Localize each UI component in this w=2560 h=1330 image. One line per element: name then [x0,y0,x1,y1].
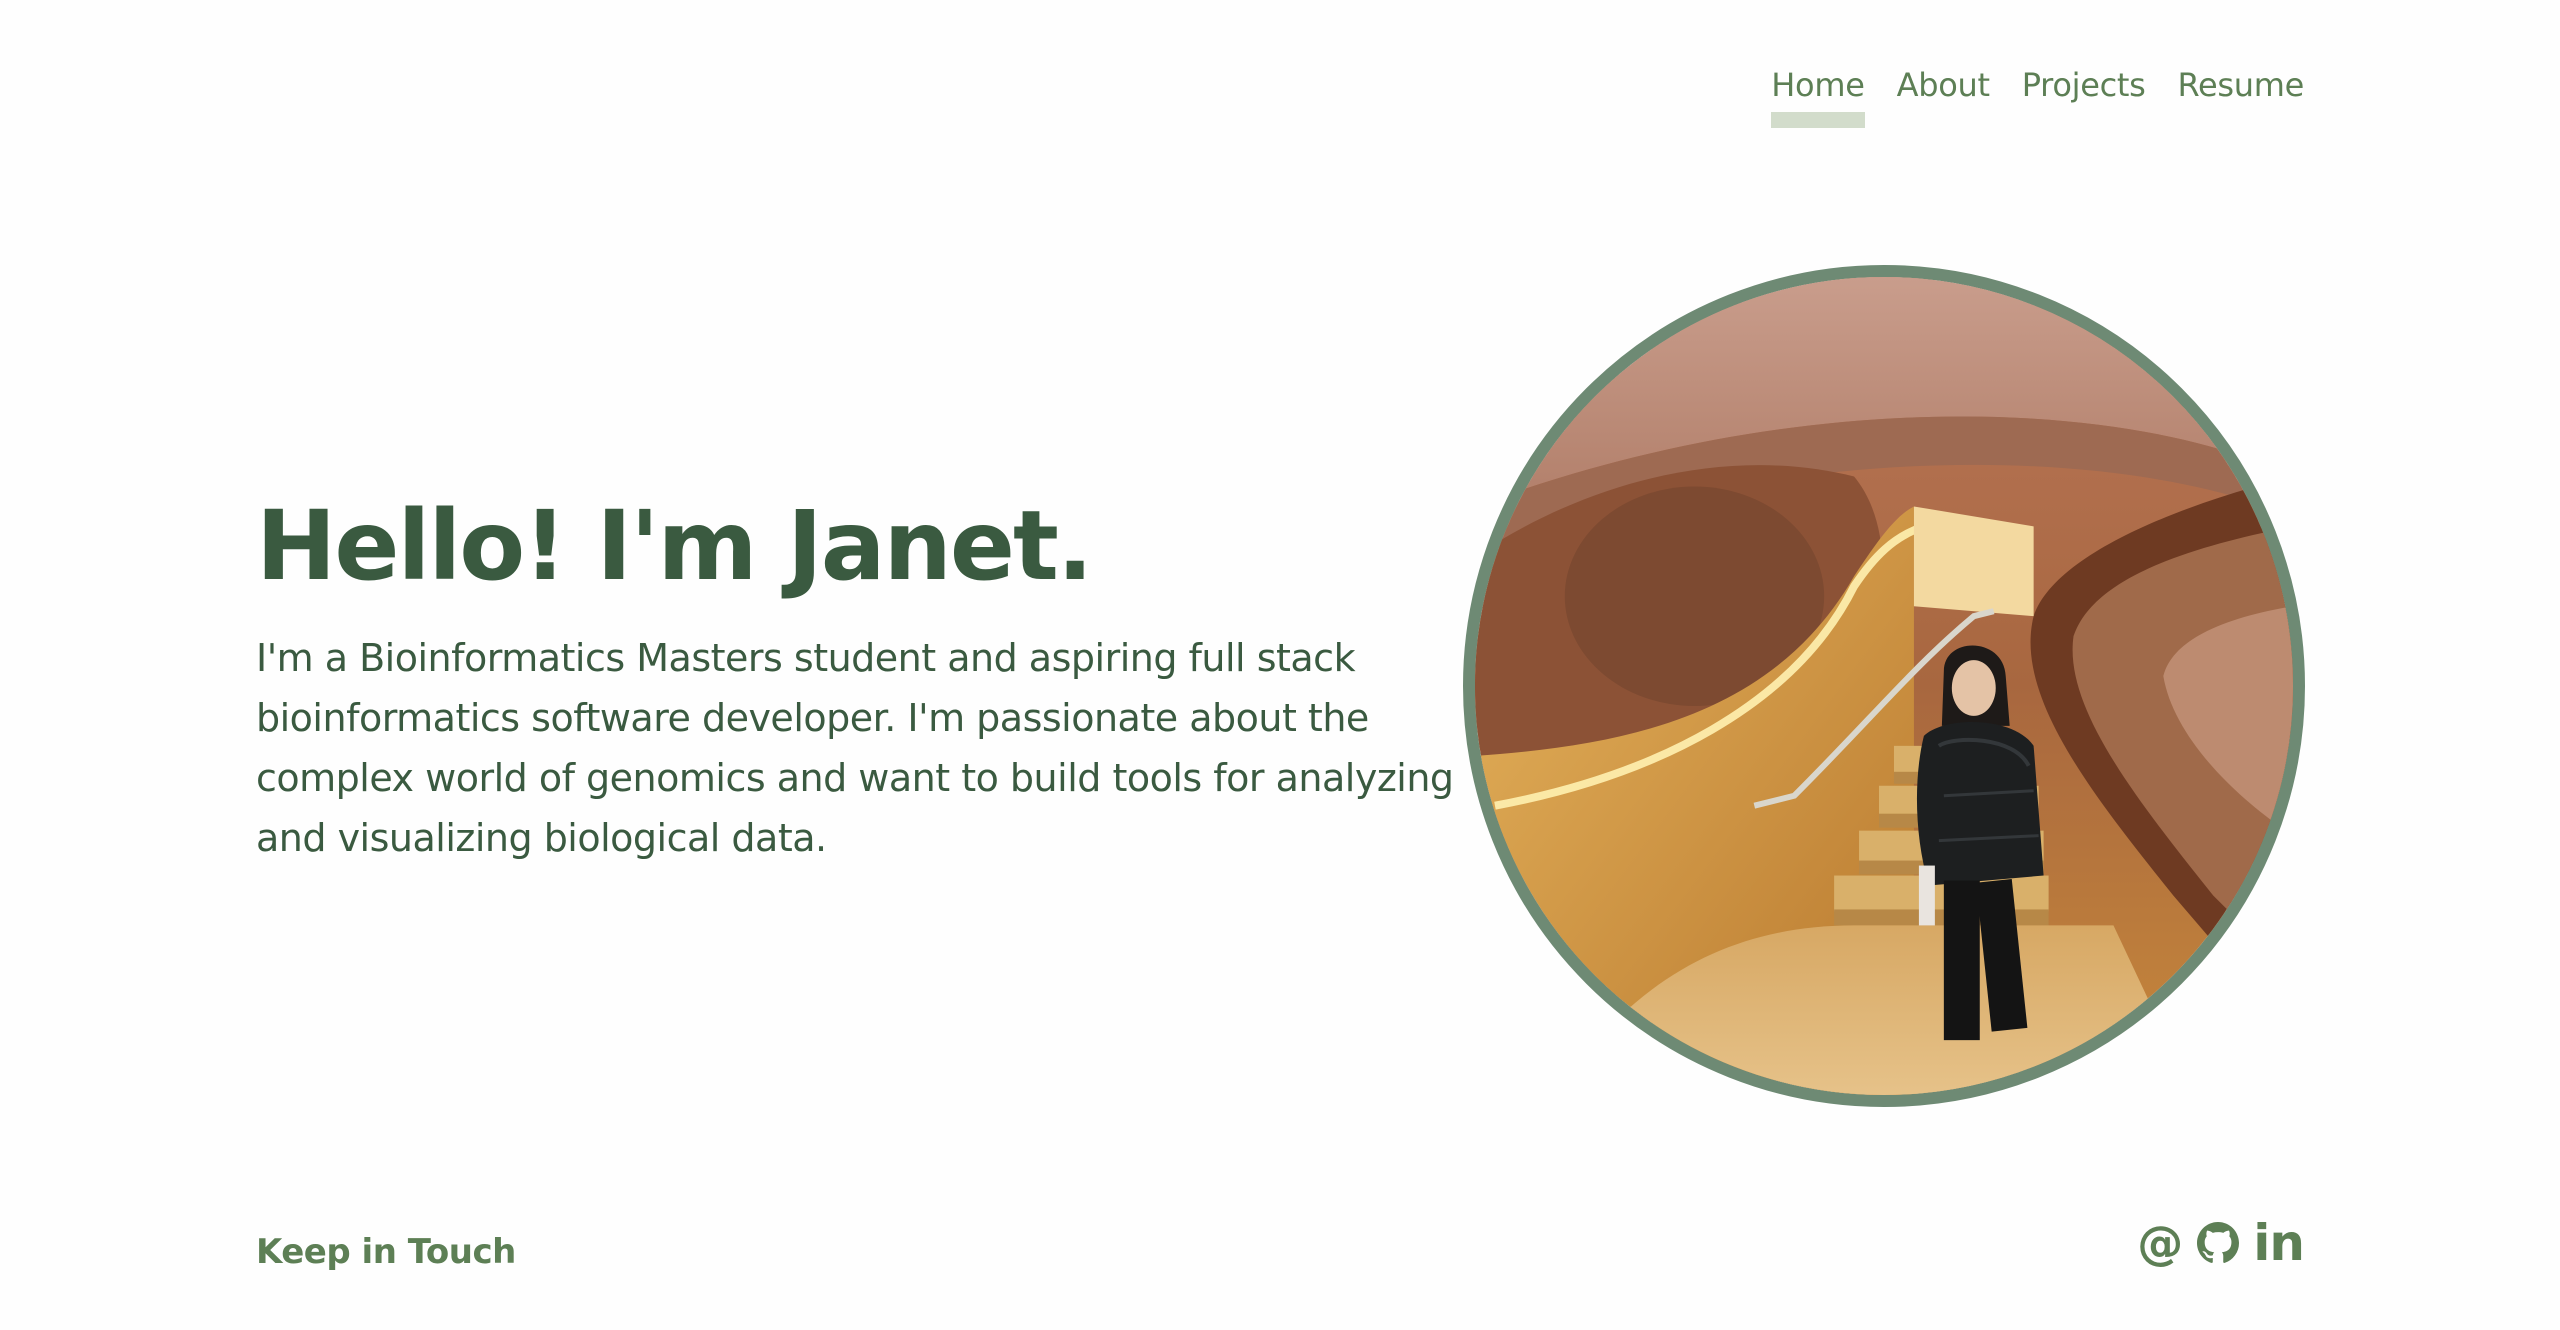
portrait-photo [1463,265,2305,1107]
nav-home[interactable]: Home [1771,66,1865,128]
linkedin-icon: in [2253,1214,2305,1272]
portrait-illustration [1475,277,2293,1095]
main-nav: Home About Projects Resume [1771,66,2305,128]
nav-resume[interactable]: Resume [2178,66,2305,118]
hero-description: I'm a Bioinformatics Masters student and… [256,636,1454,860]
email-link[interactable]: @ [2137,1220,2183,1266]
linkedin-link[interactable]: in [2253,1214,2305,1272]
nav-about[interactable]: About [1897,66,1990,118]
keep-in-touch-link[interactable]: Keep in Touch [256,1232,516,1272]
email-at-icon: @ [2137,1216,2184,1270]
page: Home About Projects Resume Hello! I'm Ja… [0,0,2560,1330]
nav-projects[interactable]: Projects [2022,66,2146,118]
github-icon [2197,1222,2240,1263]
social-links: @ in [2137,1214,2305,1272]
hero-title: Hello! I'm Janet. [256,490,1093,602]
github-link[interactable] [2197,1222,2240,1264]
